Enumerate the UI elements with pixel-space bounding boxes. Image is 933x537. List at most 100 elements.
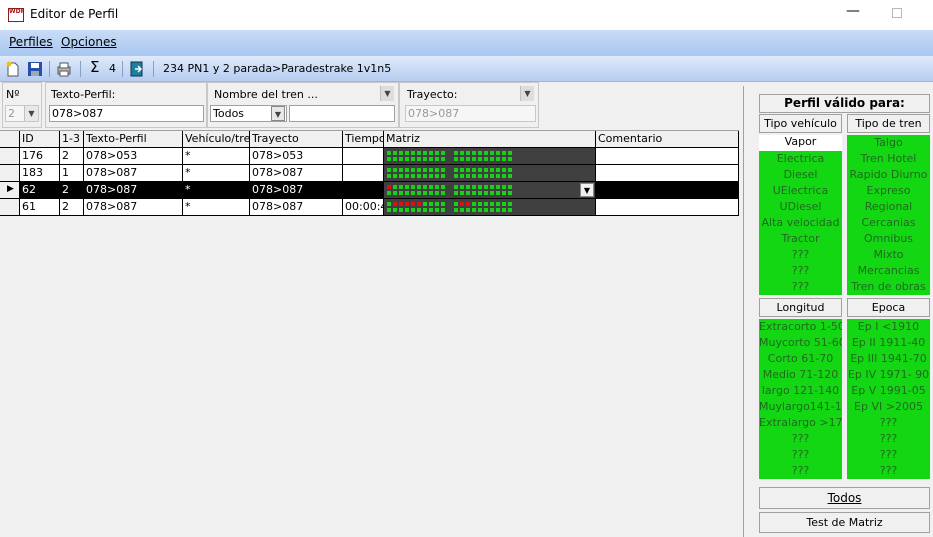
option-trenes[interactable]: Tren de obras [847,279,930,295]
cell-comentario[interactable] [596,182,739,199]
cell-veh[interactable]: * [183,199,250,216]
cell-tray[interactable]: 078>087 [250,165,343,182]
cell-veh[interactable]: * [183,165,250,182]
cell-n[interactable]: 2 [60,199,84,216]
option-trenes[interactable]: Omnibus [847,231,930,247]
col-header[interactable]: Tiempo [343,131,384,148]
option-trenes[interactable]: Rapido Diurno [847,167,930,183]
option-epocas[interactable]: Ep IV 1971- 90 [847,367,930,383]
option-vehiculos[interactable]: ??? [759,263,842,279]
option-trenes[interactable]: Expreso [847,183,930,199]
test-matriz-button[interactable]: Test de Matriz [759,512,930,533]
option-vehiculos[interactable]: UDiesel [759,199,842,215]
col-header[interactable]: Matriz [384,131,596,148]
option-trenes[interactable]: Tren Hotel [847,151,930,167]
table-row[interactable]: 61 2 078>087 * 078>087 00:00:4 [0,199,739,216]
option-longitudes[interactable]: Corto 61-70 [759,351,842,367]
option-trenes[interactable]: Talgo [847,135,930,151]
chevron-down-icon[interactable]: ▼ [520,86,534,101]
cell-texto[interactable]: 078>087 [84,165,183,182]
table-row[interactable]: 176 2 078>053 * 078>053 [0,148,739,165]
exit-door-icon[interactable] [128,60,146,78]
option-trenes[interactable]: Mixto [847,247,930,263]
cell-tiempo[interactable] [343,148,384,165]
cell-texto[interactable]: 078>087 [84,199,183,216]
cell-texto[interactable]: 078>053 [84,148,183,165]
matrix-cell[interactable] [384,165,596,182]
print-icon[interactable] [55,60,73,78]
option-vehiculos[interactable]: Tractor [759,231,842,247]
cell-tiempo[interactable]: 00:00:4 [343,199,384,216]
matrix-cell[interactable] [384,199,596,216]
col-header[interactable]: 1-3 [60,131,84,148]
cell-comentario[interactable] [596,165,739,182]
option-trenes[interactable]: Regional [847,199,930,215]
cell-id[interactable]: 62 [20,182,60,199]
option-longitudes[interactable]: Medio 71-120 [759,367,842,383]
cell-texto[interactable]: 078>087 [84,182,183,199]
chevron-down-icon[interactable]: ▼ [24,106,38,121]
option-longitudes[interactable]: largo 121-140 [759,383,842,399]
option-vehiculos[interactable]: UElectrica [759,183,842,199]
cell-tray[interactable]: 078>053 [250,148,343,165]
col-header[interactable]: Trayecto [250,131,343,148]
option-longitudes[interactable]: ??? [759,463,842,479]
cell-id[interactable]: 61 [20,199,60,216]
cell-id[interactable]: 176 [20,148,60,165]
option-epocas[interactable]: ??? [847,431,930,447]
chevron-down-icon[interactable]: ▼ [580,183,594,197]
cell-tray[interactable]: 078>087 [250,182,343,199]
sum-icon[interactable]: Σ [90,58,99,76]
todos-button[interactable]: Todos [759,487,930,509]
minimize-button[interactable]: — [846,3,860,23]
menu-opciones[interactable]: Opciones [61,35,117,49]
longitud-button[interactable]: Longitud [759,298,842,317]
maximize-button[interactable] [892,8,902,18]
option-epocas[interactable]: Ep VI >2005 [847,399,930,415]
option-trenes[interactable]: Mercancias [847,263,930,279]
tren-name-input[interactable] [289,105,395,122]
option-epocas[interactable]: Ep III 1941-70 [847,351,930,367]
option-epocas[interactable]: Ep V 1991-05 [847,383,930,399]
new-file-icon[interactable] [4,60,22,78]
option-longitudes[interactable]: ??? [759,431,842,447]
option-longitudes[interactable]: Extralargo >170 [759,415,842,431]
cell-tiempo[interactable] [343,165,384,182]
option-vehiculos[interactable]: Vapor [759,135,842,151]
option-trenes[interactable]: Cercanias [847,215,930,231]
tipo-vehiculo-button[interactable]: Tipo vehículo [759,114,842,133]
table-row[interactable]: 183 1 078>087 * 078>087 [0,165,739,182]
texto-perfil-input[interactable]: 078>087 [49,105,204,122]
cell-tray[interactable]: 078>087 [250,199,343,216]
col-header[interactable]: Vehículo/tre [183,131,250,148]
chevron-down-icon[interactable]: ▼ [271,106,285,121]
option-longitudes[interactable]: ??? [759,447,842,463]
col-header[interactable]: Texto-Perfil [84,131,183,148]
option-epocas[interactable]: ??? [847,447,930,463]
option-vehiculos[interactable]: Alta velocidad [759,215,842,231]
cell-comentario[interactable] [596,148,739,165]
option-longitudes[interactable]: Extracorto 1-50 [759,319,842,335]
cell-n[interactable]: 1 [60,165,84,182]
col-header[interactable]: Comentario [596,131,739,148]
option-epocas[interactable]: ??? [847,415,930,431]
option-vehiculos[interactable]: Electrica [759,151,842,167]
tipo-tren-button[interactable]: Tipo de tren [847,114,930,133]
cell-veh[interactable]: * [183,148,250,165]
option-epocas[interactable]: ??? [847,463,930,479]
option-epocas[interactable]: Ep II 1911-40 [847,335,930,351]
option-longitudes[interactable]: Muycorto 51-60 [759,335,842,351]
matrix-cell[interactable]: ▼ [384,182,596,199]
cell-n[interactable]: 2 [60,148,84,165]
chevron-down-icon[interactable]: ▼ [380,86,394,101]
cell-comentario[interactable] [596,199,739,216]
menu-perfiles[interactable]: Perfiles [9,35,53,49]
cell-n[interactable]: 2 [60,182,84,199]
option-vehiculos[interactable]: ??? [759,247,842,263]
cell-veh[interactable]: * [183,182,250,199]
option-longitudes[interactable]: Muylargo141-170 [759,399,842,415]
col-header[interactable]: ID [20,131,60,148]
table-row[interactable]: ▶ 62 2 078>087 * 078>087 ▼ [0,182,739,199]
cell-tiempo[interactable] [343,182,384,199]
option-vehiculos[interactable]: Diesel [759,167,842,183]
